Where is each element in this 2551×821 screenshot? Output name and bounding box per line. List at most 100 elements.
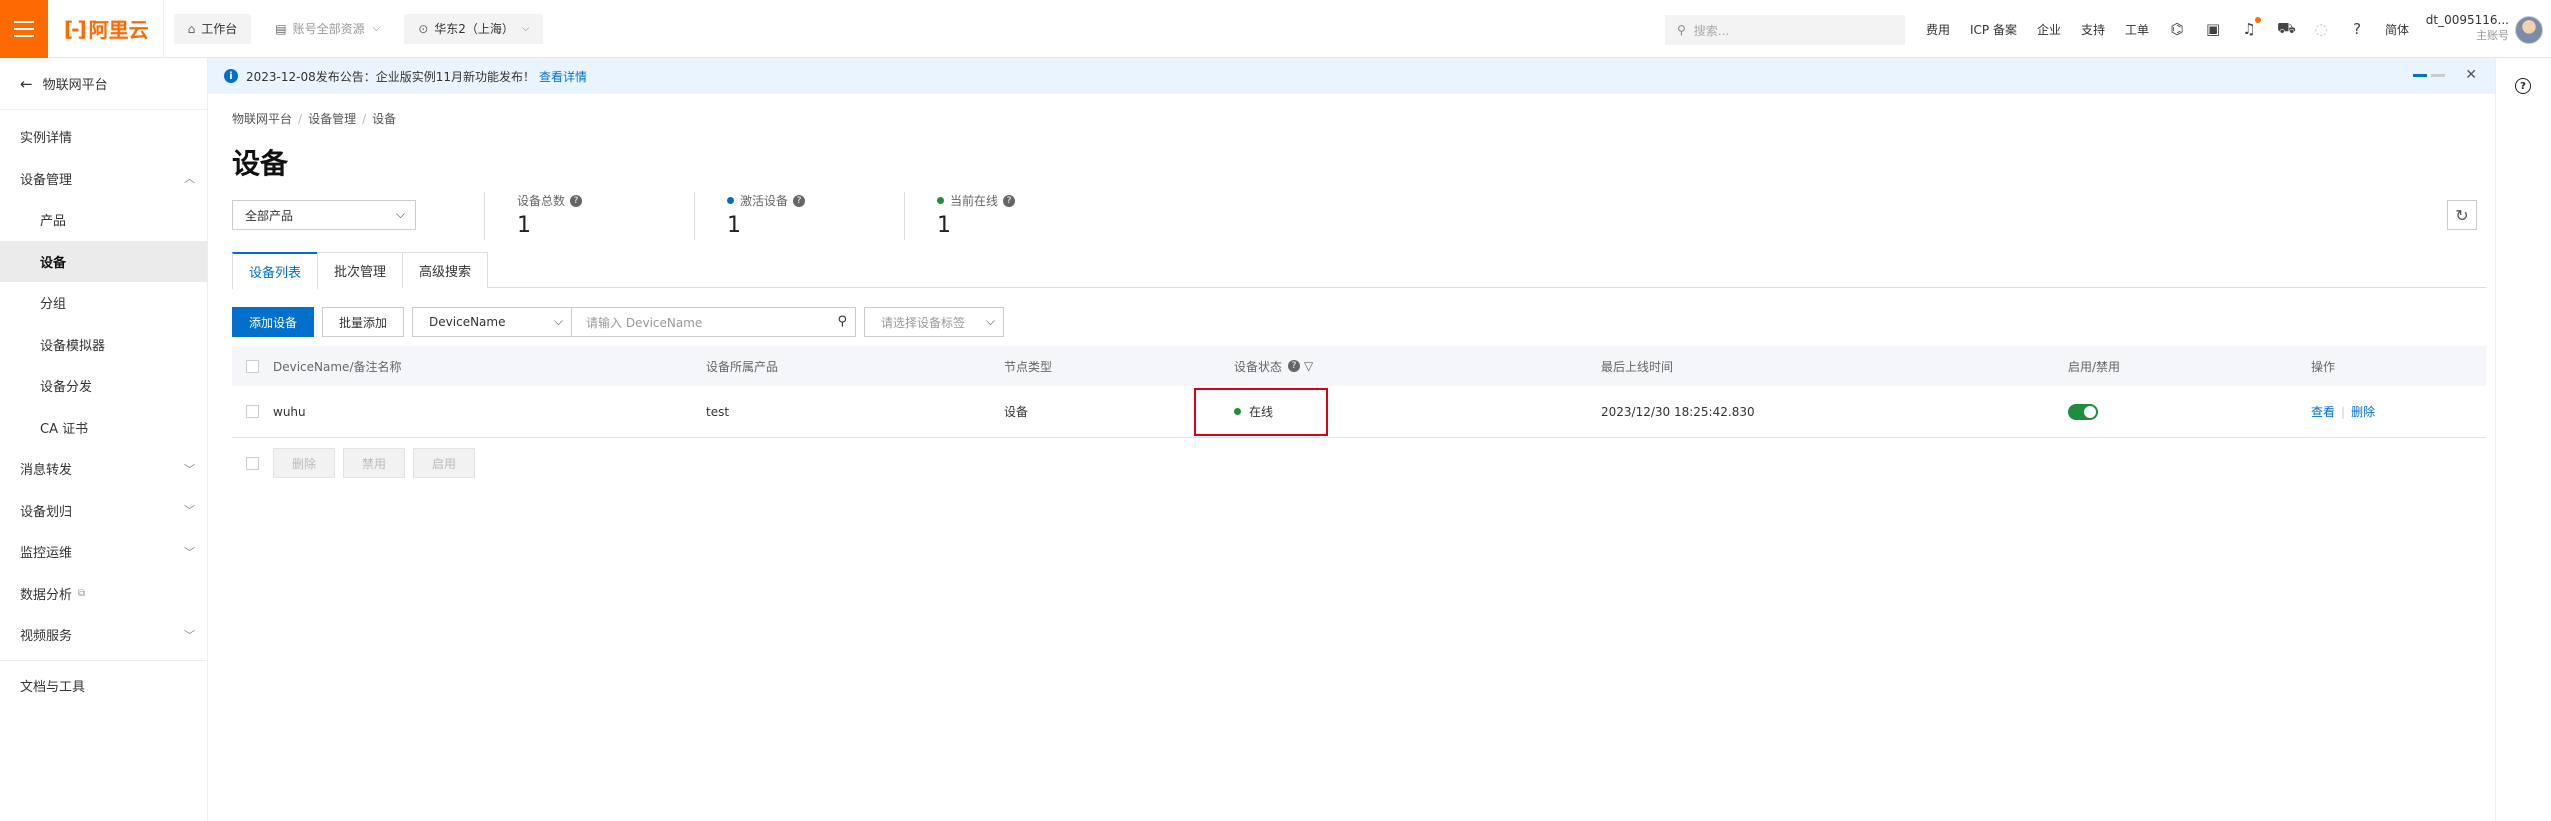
announcement-pager[interactable] [2413,74,2445,77]
sidebar-item-label: 数据分析 [20,587,73,603]
bulk-actions: 删除 禁用 启用 [232,438,2486,488]
breadcrumb-item: 设备 [372,112,397,126]
top-link-ticket[interactable]: 工单 [2125,21,2149,38]
sidebar-back-label: 物联网平台 [42,78,108,93]
sidebar-item-ca-certificate[interactable]: CA 证书 [0,407,207,449]
refresh-button[interactable]: ↻ [2447,200,2477,230]
top-links: 费用 ICP 备案 企业 支持 工单 ⌬ ▣ ♫ ⛟ ◌ ? 简体 [1926,0,2429,58]
product-filter-select[interactable]: 全部产品 ⌵ [232,200,416,230]
avatar[interactable] [2515,16,2543,44]
home-icon: ⌂ [187,21,196,36]
sidebar-item-message-forwarding[interactable]: 消息转发 ﹀ [0,448,207,490]
bell-icon[interactable]: ♫ [2241,17,2262,38]
device-name[interactable]: wuhu [273,405,706,419]
tab-batch-management[interactable]: 批次管理 [317,252,404,288]
add-device-button[interactable]: 添加设备 [232,307,315,337]
top-bar: [-] 阿里云 ⌂ 工作台 ▤ 账号全部资源 ⌵ ⊙ 华东2（上海） ⌵ ⚲ 搜… [0,0,2551,58]
global-search-input[interactable]: ⚲ 搜索... [1665,15,1905,45]
location-icon: ⊙ [418,21,429,36]
status-dot [727,197,734,204]
device-tag-select[interactable]: 请选择设备标签 ⌵ [864,307,1005,337]
device-enable-cell [2068,403,2311,420]
batch-add-button[interactable]: 批量添加 [322,307,405,337]
chevron-down-icon: ﹀ [184,545,195,559]
sidebar-back-button[interactable]: ← 物联网平台 [0,58,207,110]
filter-icon[interactable]: ▽ [1304,359,1313,373]
breadcrumb-item[interactable]: 设备管理 [308,112,356,126]
tab-device-list[interactable]: 设备列表 [232,252,319,289]
sidebar-item-device-management[interactable]: 设备管理 ︿ [0,158,207,200]
language-switch[interactable]: 简体 [2385,21,2409,38]
sidebar-item-label: 视频服务 [20,629,73,645]
stat-online-devices: 当前在线? 1 [904,192,1016,240]
workbench-button[interactable]: ⌂ 工作台 [173,13,252,44]
logo-text: 阿里云 [88,18,149,42]
notification-dot [2255,17,2262,23]
chevron-down-icon: ⌵ [553,314,564,328]
breadcrumb-item[interactable]: 物联网平台 [232,112,292,126]
bulk-select-checkbox[interactable] [246,456,259,470]
bulk-delete-button[interactable]: 删除 [273,448,336,478]
top-link-support[interactable]: 支持 [2081,21,2105,38]
right-rail: ? [2495,58,2551,821]
top-link-billing[interactable]: 费用 [1926,21,1950,38]
sidebar-item-product[interactable]: 产品 [0,199,207,241]
question-icon[interactable]: ? [793,194,806,207]
top-link-enterprise[interactable]: 企业 [2037,21,2061,38]
question-icon[interactable]: ? [1003,194,1016,207]
select-all-checkbox[interactable] [246,359,259,373]
region-dropdown[interactable]: ⊙ 华东2（上海） ⌵ [404,13,544,44]
table-row: wuhu test 设备 在线 2023/12/30 18:25:42.830 … [232,386,2486,438]
stat-activated-devices: 激活设备? 1 [694,192,806,240]
chevron-down-icon: ⌵ [985,314,996,328]
sidebar-item-docs-tools[interactable]: 文档与工具 [0,665,207,707]
cart-icon[interactable]: ⛟ [2277,19,2296,39]
device-search-input[interactable]: 请输入 DeviceName ⚲ [572,307,857,337]
arrow-left-icon: ← [20,74,33,93]
close-icon[interactable]: ✕ [2465,67,2477,83]
sidebar-item-device-assignment[interactable]: 设备划归 ﹀ [0,490,207,532]
resource-icon: ▤ [275,21,287,36]
sidebar-item-device-distribution[interactable]: 设备分发 [0,365,207,407]
status-highlight-box [1194,388,1328,436]
code-icon[interactable]: ⌬ [2169,20,2185,38]
tab-advanced-search[interactable]: 高级搜索 [402,252,489,288]
bulk-disable-button[interactable]: 禁用 [343,448,406,478]
device-ops: 查看 | 删除 [2311,405,2376,419]
help-icon[interactable]: ? [2515,78,2531,94]
status-dot [937,197,944,204]
sidebar-item-device-simulator[interactable]: 设备模拟器 [0,324,207,366]
sidebar-item-monitoring[interactable]: 监控运维 ﹀ [0,531,207,573]
sidebar-item-device[interactable]: 设备 [0,240,207,282]
search-icon[interactable]: ⚲ [838,314,848,329]
enable-toggle[interactable] [2068,403,2098,420]
device-table: DeviceName/备注名称 设备所属产品 节点类型 设备状态 ? ▽ 最后上… [232,346,2486,488]
lightbulb-icon[interactable]: ◌ [2313,20,2329,38]
user-account[interactable]: dt_0095116... 主账号 [2426,12,2509,44]
device-tag-placeholder: 请选择设备标签 [881,315,966,330]
sidebar-item-data-analysis[interactable]: 数据分析 ⧉ [0,573,207,615]
column-header: 启用/禁用 [2068,359,2121,374]
resource-scope-dropdown[interactable]: ▤ 账号全部资源 ⌵ [261,14,394,44]
image-icon[interactable]: ▣ [2205,20,2221,38]
announcement-text: 2023-12-08发布公告：企业版实例11月新功能发布！ [246,69,536,84]
sidebar-item-video-service[interactable]: 视频服务 ﹀ [0,614,207,656]
search-field-select[interactable]: DeviceName ⌵ [412,307,573,337]
chevron-down-icon: ⌵ [372,23,381,34]
hamburger-menu-button[interactable] [0,0,48,58]
top-link-icp[interactable]: ICP 备案 [1970,21,2017,38]
question-icon[interactable]: ? [570,194,583,207]
aliyun-logo[interactable]: [-] 阿里云 [48,0,164,58]
view-link[interactable]: 查看 [2311,405,2335,419]
help-icon[interactable]: ? [2349,20,2365,38]
row-checkbox[interactable] [246,405,259,418]
announcement-link[interactable]: 查看详情 [539,68,587,85]
sidebar-item-instance-detail[interactable]: 实例详情 [0,116,207,158]
question-icon[interactable]: ? [1288,360,1301,372]
delete-link[interactable]: 删除 [2351,405,2375,419]
bulk-enable-button[interactable]: 启用 [413,448,476,478]
column-header: 设备所属产品 [706,359,779,374]
sidebar-item-label: 设备划归 [20,504,73,520]
stat-value: 1 [517,213,531,238]
sidebar-item-group[interactable]: 分组 [0,282,207,324]
